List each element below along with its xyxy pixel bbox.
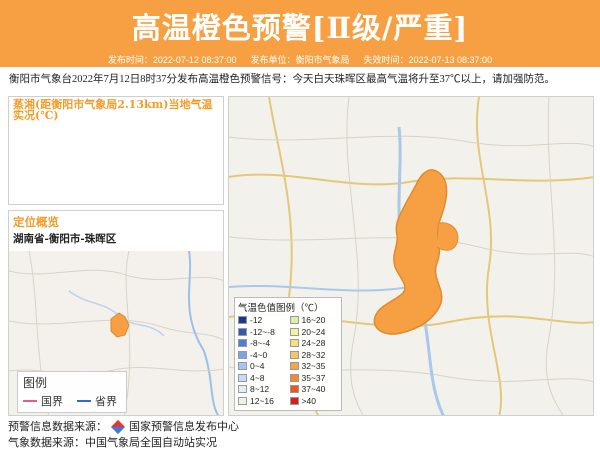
temperature-legend-label: -8~-4 — [250, 338, 271, 349]
temperature-legend-label: -4~0 — [250, 349, 268, 360]
temperature-legend-item: 24~28 — [289, 338, 339, 349]
legend-row-country: 国界 省界 — [23, 393, 121, 409]
temperature-legend-item: 12~16 — [238, 396, 287, 407]
province-border-label: 省界 — [95, 396, 117, 408]
temperature-legend-swatch — [238, 350, 247, 359]
temperature-legend-item: 28~32 — [289, 349, 339, 361]
location-overview-panel: 定位概览 湖南省-衡阳市-珠晖区 图例 国界 省界 — [8, 210, 224, 416]
temperature-legend-label: 35~37 — [301, 372, 326, 383]
temperature-legend-label: >40 — [301, 395, 316, 406]
warning-header: 高温橙色预警[Ⅱ级/严重] — [0, 0, 600, 52]
local-temperature-title: 蒸湘(距衡阳市气象局2.13km)当地气温实况(℃) — [13, 98, 213, 122]
temperature-legend-item: 16~20 — [289, 315, 339, 326]
temperature-legend-swatch — [289, 373, 299, 382]
temperature-legend-swatch — [238, 362, 247, 371]
local-temperature-panel: 蒸湘(距衡阳市气象局2.13km)当地气温实况(℃) — [8, 96, 224, 205]
temperature-legend-item: >40 — [289, 395, 339, 407]
warning-notice-text: 衡阳市气象台2022年7月12日8时37分发布高温橙色预警信号：今天白天珠晖区最… — [9, 74, 555, 85]
location-overview-title: 定位概览 — [13, 215, 59, 229]
temperature-legend-label: 12~16 — [250, 395, 274, 406]
temperature-legend-swatch — [238, 396, 247, 405]
country-border-label: 国界 — [41, 396, 63, 408]
temperature-legend-swatch — [238, 327, 247, 336]
temperature-legend-swatch — [289, 316, 299, 325]
location-map-legend: 图例 国界 省界 — [17, 371, 127, 413]
temperature-legend-label: 32~35 — [301, 361, 326, 372]
country-border-swatch — [23, 400, 37, 402]
temperature-legend-label: -12~-8 — [250, 326, 275, 337]
warning-source-row: 预警信息数据来源： 国家预警信息发布中心 — [8, 419, 239, 435]
location-text: 湖南省-衡阳市-珠晖区 — [13, 233, 117, 245]
temperature-legend-swatch — [289, 350, 299, 359]
temperature-legend-grid: -12 16~20 -12~-8 20~24 -8~-4 24~28 -4~0 28~32 0~… — [238, 315, 338, 406]
temperature-legend-swatch — [238, 385, 247, 394]
publisher: 发布单位：衡阳市气象局 — [250, 55, 350, 65]
temperature-legend-label: 4~8 — [250, 372, 265, 383]
temperature-legend-item: -8~-4 — [238, 338, 287, 349]
temperature-legend-item: 0~4 — [238, 361, 287, 372]
temperature-legend-swatch — [289, 362, 299, 371]
temperature-legend-item: 32~35 — [289, 361, 339, 372]
warning-title: 高温橙色预警[Ⅱ级/严重] — [131, 11, 469, 45]
warning-source-name: 国家预警信息发布中心 — [129, 421, 239, 433]
temperature-legend-label: 37~40 — [301, 384, 326, 395]
temperature-legend-item: 8~12 — [238, 384, 287, 395]
temperature-legend-label: 24~28 — [301, 338, 326, 349]
expire-time: 失效时间：2022-07-13 08:37:00 — [363, 55, 493, 65]
temperature-legend-swatch — [238, 316, 247, 325]
footer: 预警信息数据来源： 国家预警信息发布中心 气象数据来源：中国气象局全国自动站实况 — [8, 419, 239, 451]
temperature-legend-swatch — [289, 327, 299, 336]
temperature-legend-swatch — [238, 373, 247, 382]
warning-source-label: 预警信息数据来源： — [8, 421, 107, 433]
temperature-legend-item: -4~0 — [238, 350, 287, 361]
temperature-legend-swatch — [289, 396, 299, 405]
weather-data-source: 气象数据来源：中国气象局全国自动站实况 — [8, 437, 217, 449]
warning-area-map-panel: 气温色值图例（℃） -12 16~20 -12~-8 20~24 -8~-4 24~28-… — [228, 96, 594, 416]
temperature-legend-swatch — [238, 339, 247, 348]
temperature-legend-label: 0~4 — [250, 361, 265, 372]
temperature-color-legend: 气温色值图例（℃） -12 16~20 -12~-8 20~24 -8~-4 24~28-… — [234, 297, 342, 411]
temperature-legend-label: -12 — [250, 315, 263, 326]
province-border-swatch — [77, 400, 91, 402]
temperature-legend-item: 4~8 — [238, 373, 287, 384]
legend-title: 图例 — [23, 376, 48, 390]
temperature-legend-swatch — [289, 339, 299, 348]
warning-meta-bar: 发布时间：2022-07-12 08:37:00 发布单位：衡阳市气象局 失效时… — [0, 52, 600, 67]
temperature-legend-item: -12 — [238, 315, 287, 326]
temperature-legend-label: 28~32 — [301, 349, 326, 360]
temperature-legend-label: 8~12 — [250, 384, 270, 395]
temperature-legend-label: 16~20 — [301, 315, 326, 326]
temperature-legend-item: -12~-8 — [238, 327, 287, 338]
temperature-legend-item: 35~37 — [289, 372, 339, 384]
temperature-legend-label: 20~24 — [301, 326, 326, 337]
temperature-legend-swatch — [289, 385, 299, 394]
publish-time: 发布时间：2022-07-12 08:37:00 — [107, 55, 237, 65]
temperature-legend-item: 20~24 — [289, 326, 339, 338]
warning-center-logo-icon — [110, 419, 126, 435]
temperature-legend-item: 37~40 — [289, 384, 339, 395]
temperature-legend-title: 气温色值图例（℃） — [238, 303, 324, 314]
